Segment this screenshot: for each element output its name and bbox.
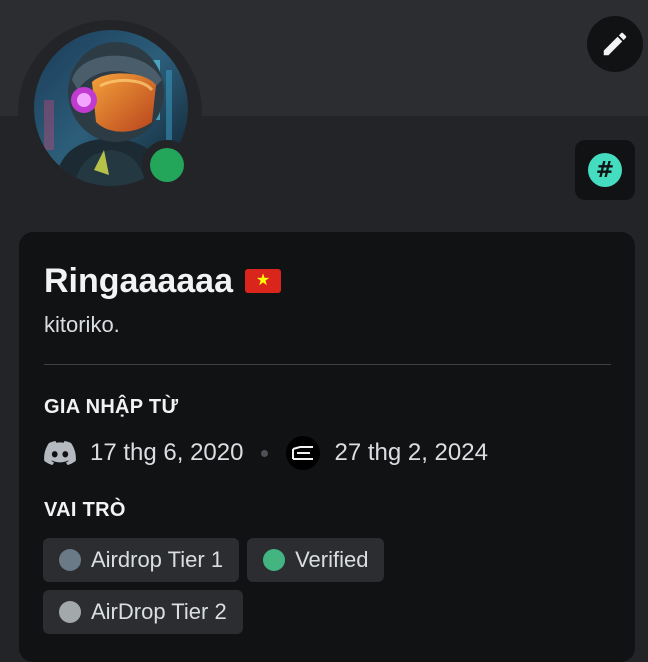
server-logo-icon	[292, 446, 314, 460]
server-join-date: 27 thg 2, 2024	[334, 439, 488, 466]
role-color-dot	[263, 549, 286, 571]
profile-badge-button[interactable]: #	[575, 140, 635, 200]
vietnam-flag-icon: ★	[245, 269, 281, 293]
role-chip[interactable]: Airdrop Tier 1	[43, 538, 240, 582]
display-name: Ringaaaaaa	[44, 262, 233, 300]
separator-dot	[261, 449, 269, 457]
roles-list: Airdrop Tier 1 Verified AirDrop Tier 2	[43, 538, 423, 634]
joined-dates-row: 17 thg 6, 2020 27 thg 2, 2024	[44, 434, 488, 472]
role-label: Verified	[295, 547, 369, 572]
online-status-indicator	[150, 148, 184, 182]
role-color-dot	[59, 549, 81, 571]
role-color-dot	[59, 601, 81, 623]
username: kitoriko.	[44, 312, 120, 337]
discord-icon	[44, 441, 76, 465]
role-label: Airdrop Tier 1	[91, 547, 224, 572]
role-chip[interactable]: Verified	[247, 538, 385, 582]
joined-section-title: GIA NHẬP TỪ	[44, 396, 179, 418]
divider	[44, 364, 611, 365]
edit-profile-button[interactable]	[587, 16, 643, 72]
display-name-row: Ringaaaaaa ★	[44, 260, 281, 302]
role-label: AirDrop Tier 2	[91, 599, 227, 624]
role-chip[interactable]: AirDrop Tier 2	[43, 590, 243, 634]
server-icon[interactable]	[286, 436, 321, 470]
hashtag-icon: #	[588, 153, 622, 187]
pencil-icon	[603, 32, 627, 56]
discord-join-date: 17 thg 6, 2020	[90, 439, 244, 466]
roles-section-title: VAI TRÒ	[44, 499, 126, 521]
